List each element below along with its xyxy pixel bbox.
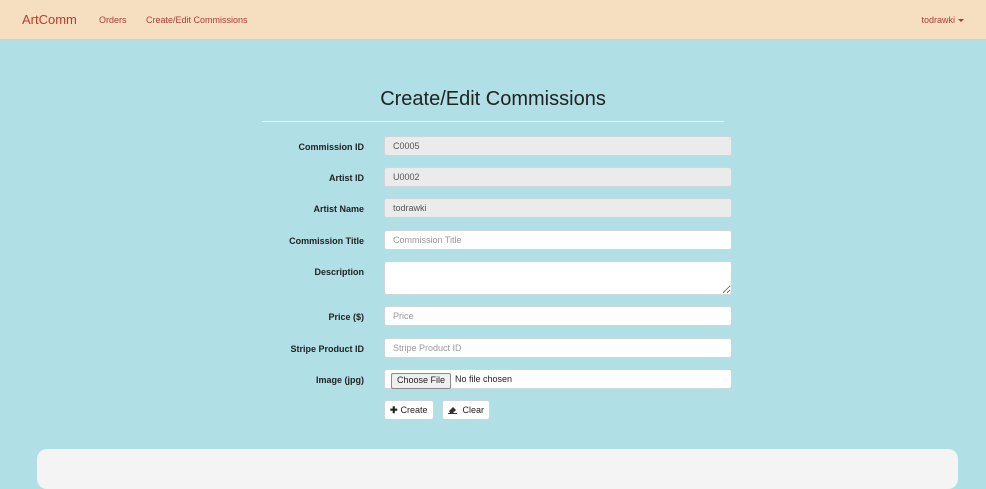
create-button-label: Create xyxy=(400,405,428,415)
stripe-product-id-field[interactable] xyxy=(384,338,732,358)
title-divider xyxy=(262,121,724,122)
form-row-artist-name: Artist Name xyxy=(0,198,986,220)
choose-file-button[interactable]: Choose File xyxy=(391,373,452,389)
commission-id-field[interactable] xyxy=(384,136,732,156)
commissions-list-panel xyxy=(37,449,958,489)
form-row-artist-id: Artist ID xyxy=(0,167,986,189)
form-row-commission-title: Commission Title xyxy=(0,230,986,252)
nav-link-orders[interactable]: Orders xyxy=(99,15,127,25)
commission-title-field[interactable] xyxy=(384,230,732,250)
form-row-description: Description xyxy=(0,261,986,295)
image-file-input[interactable]: Choose File No file chosen xyxy=(384,369,732,389)
price-label: Price ($) xyxy=(328,312,364,322)
user-dropdown[interactable]: todrawki xyxy=(921,15,964,25)
form-row-image: Image (jpg) Choose File No file chosen xyxy=(0,369,986,391)
brand-link[interactable]: ArtComm xyxy=(22,12,77,27)
caret-down-icon xyxy=(958,19,964,23)
file-status-text: No file chosen xyxy=(455,374,513,384)
user-name: todrawki xyxy=(921,15,955,25)
commission-id-label: Commission ID xyxy=(298,142,364,152)
price-field[interactable] xyxy=(384,306,732,326)
clear-button[interactable]: Clear xyxy=(442,400,491,420)
plus-icon: ✚ xyxy=(390,405,398,415)
form-row-price: Price ($) xyxy=(0,306,986,328)
description-label: Description xyxy=(314,267,364,277)
artist-name-field[interactable] xyxy=(384,198,732,218)
stripe-product-id-label: Stripe Product ID xyxy=(290,344,364,354)
artist-name-label: Artist Name xyxy=(313,204,364,214)
commission-title-label: Commission Title xyxy=(289,236,364,246)
form-row-commission-id: Commission ID xyxy=(0,136,986,158)
description-field[interactable] xyxy=(384,261,732,295)
artist-id-field[interactable] xyxy=(384,167,732,187)
clear-button-label: Clear xyxy=(462,405,485,415)
nav-link-create-edit-commissions[interactable]: Create/Edit Commissions xyxy=(146,15,248,25)
form-row-stripe-product-id: Stripe Product ID xyxy=(0,338,986,360)
artist-id-label: Artist ID xyxy=(328,173,364,183)
create-button[interactable]: ✚ Create xyxy=(384,400,434,420)
eraser-icon xyxy=(448,405,460,415)
page-title: Create/Edit Commissions xyxy=(380,88,606,110)
top-navbar: ArtComm Orders Create/Edit Commissions t… xyxy=(0,0,986,40)
image-label: Image (jpg) xyxy=(315,375,364,385)
